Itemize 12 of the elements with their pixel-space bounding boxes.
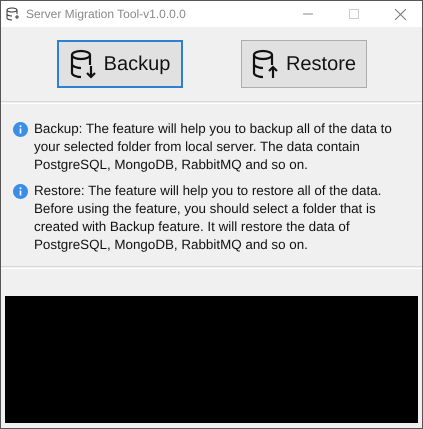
close-icon[interactable] xyxy=(395,8,406,20)
info-icon xyxy=(13,184,28,199)
minimize-icon[interactable] xyxy=(303,13,313,15)
info-icon xyxy=(13,122,28,137)
database-icon xyxy=(6,7,20,21)
database-download-icon xyxy=(70,49,96,79)
restore-button[interactable]: Restore xyxy=(241,40,367,88)
info-text: Restore: The feature will help you to restore all of the data. Before using the feature, you should select a folder that is created with Backup feature. It will restore the data of PostgreSQL, MongoDB, RabbitMQ and so on. xyxy=(34,182,382,254)
backup-button[interactable]: Backup xyxy=(57,40,183,88)
info-text: Backup: The feature will help you to backup all of the data to your selected folder from local server. The data contain PostgreSQL, MongoDB, RabbitMQ and so on. xyxy=(34,120,393,174)
window-title: Server Migration Tool-v1.0.0.0 xyxy=(26,7,186,21)
database-upload-icon xyxy=(252,49,278,79)
